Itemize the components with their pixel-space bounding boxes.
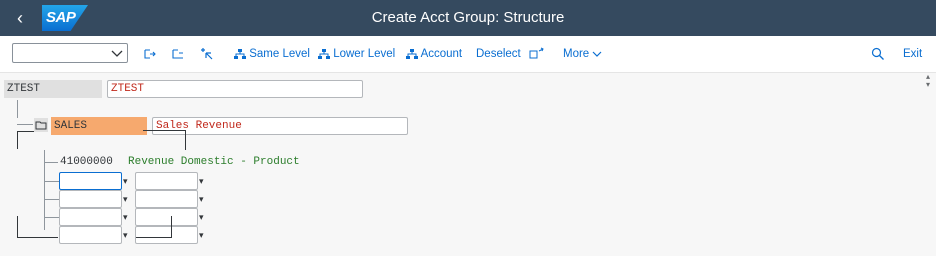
tree-connector-line xyxy=(17,131,18,149)
toolbar xyxy=(0,36,936,73)
expand-icon xyxy=(144,49,156,59)
account-description: Revenue Domestic - Product xyxy=(128,156,300,168)
same-level-label: Same Level xyxy=(249,48,310,60)
expand-all-button[interactable] xyxy=(143,44,157,64)
dropdown-arrow-icon[interactable]: ▾ xyxy=(123,213,129,222)
command-field-select[interactable] xyxy=(12,43,128,63)
cursor-select-icon xyxy=(201,47,213,60)
deselect-label: Deselect xyxy=(476,48,521,60)
tree-connector-line xyxy=(44,162,58,163)
dropdown-arrow-icon[interactable]: ▾ xyxy=(123,177,129,186)
chevron-down-icon xyxy=(592,51,602,57)
tree-connector-line xyxy=(171,216,172,238)
dropdown-arrow-icon[interactable]: ▾ xyxy=(199,231,205,240)
back-button[interactable]: ‹ xyxy=(10,7,30,29)
hierarchy-icon xyxy=(318,48,330,59)
new-account-input[interactable] xyxy=(59,226,122,244)
collapse-all-button[interactable] xyxy=(171,44,185,64)
deselect-button[interactable]: Deselect xyxy=(476,44,521,64)
tree-connector-line xyxy=(185,130,186,150)
folder-icon xyxy=(34,118,48,132)
dropdown-arrow-icon[interactable]: ▾ xyxy=(123,231,129,240)
root-node-description[interactable]: ZTEST xyxy=(107,80,363,98)
new-account-input[interactable] xyxy=(59,208,122,226)
hierarchy-icon xyxy=(234,48,246,59)
lower-level-button[interactable]: Lower Level xyxy=(318,44,395,64)
dropdown-arrow-icon[interactable]: ▾ xyxy=(199,213,205,222)
new-account-input[interactable] xyxy=(59,172,122,190)
new-account-desc-input[interactable] xyxy=(135,226,198,244)
exit-label: Exit xyxy=(903,48,923,60)
chevron-down-icon xyxy=(111,50,123,57)
tree-connector-line xyxy=(44,199,59,200)
more-label: More xyxy=(563,48,590,60)
lower-level-label: Lower Level xyxy=(333,48,396,60)
root-node-code[interactable]: ZTEST xyxy=(4,80,102,98)
tree-connector-line xyxy=(44,217,59,218)
tree-connector-line xyxy=(136,237,172,238)
tree-connector-line xyxy=(17,237,58,238)
more-menu-button[interactable]: More xyxy=(563,44,602,64)
tree-connector-line xyxy=(44,181,59,182)
new-account-input[interactable] xyxy=(59,190,122,208)
search-icon xyxy=(871,47,884,60)
dropdown-arrow-icon[interactable]: ▾ xyxy=(199,195,205,204)
page-title: Create Acct Group: Structure xyxy=(371,9,565,26)
scroll-down-icon[interactable]: ▾ xyxy=(924,81,932,89)
account-button[interactable]: Account xyxy=(406,44,462,64)
sap-logo: SAP xyxy=(42,5,88,31)
chevron-left-icon: ‹ xyxy=(17,8,23,28)
search-button[interactable] xyxy=(871,44,885,64)
tree-connector-line xyxy=(143,130,186,131)
new-account-desc-input[interactable] xyxy=(135,208,198,226)
transfer-button[interactable] xyxy=(529,44,545,64)
exit-button[interactable]: Exit xyxy=(903,44,922,64)
select-node-button[interactable] xyxy=(200,44,214,64)
tree-connector-line xyxy=(17,216,18,238)
hierarchy-icon xyxy=(406,48,418,59)
collapse-icon xyxy=(172,49,183,59)
transfer-icon xyxy=(529,47,544,59)
group-node-description[interactable]: Sales Revenue xyxy=(152,117,408,135)
tree-connector-line xyxy=(17,124,33,125)
new-account-desc-input[interactable] xyxy=(135,172,198,190)
dropdown-arrow-icon[interactable]: ▾ xyxy=(123,195,129,204)
new-account-desc-input[interactable] xyxy=(135,190,198,208)
tree-connector-line xyxy=(17,100,18,118)
shell-bar: ‹ SAP Create Acct Group: Structure xyxy=(0,0,936,36)
group-node-code[interactable]: SALES xyxy=(51,117,147,135)
account-label: Account xyxy=(420,48,463,60)
same-level-button[interactable]: Same Level xyxy=(234,44,310,64)
account-number[interactable]: 41000000 xyxy=(57,153,123,171)
dropdown-arrow-icon[interactable]: ▾ xyxy=(199,177,205,186)
